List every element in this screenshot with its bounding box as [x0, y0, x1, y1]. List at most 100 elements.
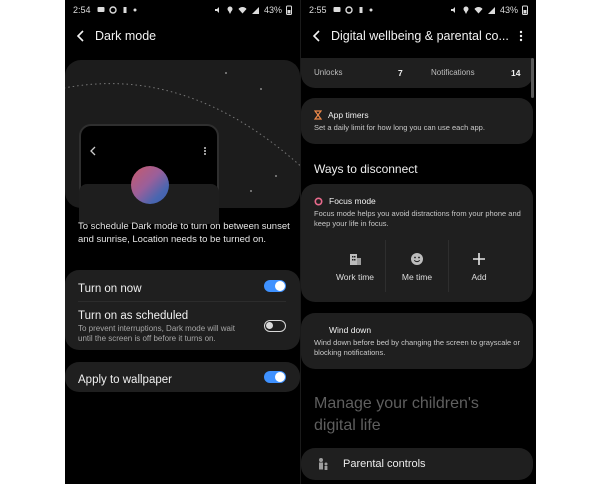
hourglass-icon	[314, 110, 322, 120]
focus-mode-title: Focus mode	[329, 196, 376, 206]
digital-wellbeing-screen: 2:55 43% Digital wellbeing & parental co…	[300, 0, 536, 484]
setting-sublabel: To prevent interruptions, Dark mode will…	[78, 324, 235, 343]
ways-to-disconnect-header: Ways to disconnect	[314, 162, 418, 176]
divider	[385, 240, 386, 292]
back-arrow-icon	[312, 30, 320, 42]
me-time-label: Me time	[401, 272, 433, 282]
notification-icons	[333, 6, 373, 14]
focus-mode-subtitle: Focus mode helps you avoid distractions …	[314, 209, 521, 228]
work-time-label: Work time	[335, 272, 375, 282]
moon-icon	[233, 86, 268, 122]
me-time-button[interactable]: Me time	[387, 250, 447, 282]
more-vertical-icon	[204, 147, 206, 155]
wind-down-card[interactable]: Wind down Wind down before bed by changi…	[301, 313, 533, 369]
apply-to-wallpaper-row[interactable]: Apply to wallpaper	[78, 370, 286, 386]
location-icon	[463, 6, 469, 14]
back-button[interactable]	[71, 26, 91, 46]
star-icon	[225, 72, 227, 74]
battery-icon	[286, 5, 292, 15]
app-timers-title-row: App timers	[314, 110, 524, 120]
wind-down-content: Wind down Wind down before bed by changi…	[314, 325, 526, 357]
location-icon	[227, 6, 233, 14]
settings-icon	[108, 6, 117, 14]
divider	[78, 301, 286, 302]
turn-on-now-toggle[interactable]	[264, 280, 286, 292]
system-icons: 43%	[450, 5, 528, 15]
unlocks-label: Unlocks	[314, 68, 343, 77]
wallpaper-card: Apply to wallpaper	[65, 362, 300, 392]
back-arrow-icon	[76, 30, 84, 42]
back-arrow-icon	[90, 146, 96, 156]
mute-icon	[450, 7, 455, 13]
notifications-value: 14	[511, 68, 521, 78]
plus-icon	[449, 250, 509, 268]
status-bar: 2:55 43%	[301, 0, 536, 20]
page-title: Digital wellbeing & parental co...	[331, 29, 509, 43]
app-bar: Digital wellbeing & parental co...	[301, 26, 536, 46]
parental-controls-row[interactable]: Parental controls	[301, 448, 533, 480]
preview-orb	[131, 166, 169, 204]
setting-label: Apply to wallpaper	[78, 374, 172, 386]
building-icon	[325, 250, 385, 268]
setting-label: Turn on now	[78, 283, 142, 295]
page-title: Dark mode	[95, 29, 157, 43]
mute-icon	[214, 7, 219, 13]
app-timers-card[interactable]: App timers Set a daily limit for how lon…	[301, 98, 533, 144]
turn-on-as-scheduled-row[interactable]: Turn on as scheduled To prevent interrup…	[78, 310, 286, 344]
system-icons: 43%	[214, 5, 292, 15]
app-timers-title: App timers	[328, 110, 369, 120]
app-timers-subtitle: Set a daily limit for how long you can u…	[314, 123, 485, 132]
status-bar: 2:54 43%	[65, 0, 300, 20]
back-button[interactable]	[307, 26, 327, 46]
focus-mode-card: Focus mode Focus mode helps you avoid di…	[301, 184, 533, 302]
star-icon	[275, 175, 277, 177]
wifi-icon	[474, 6, 483, 14]
unlocks-value: 7	[398, 68, 403, 78]
focus-mode-icon	[314, 196, 323, 206]
status-time: 2:54	[73, 5, 91, 15]
setting-label: Turn on as scheduled	[78, 310, 189, 322]
notifications-label: Notifications	[431, 68, 475, 77]
focus-mode-header[interactable]: Focus mode Focus mode helps you avoid di…	[314, 196, 526, 228]
battery-percent: 43%	[263, 5, 282, 15]
signal-icon	[251, 7, 259, 14]
alert-icon	[359, 7, 363, 13]
add-label: Add	[471, 272, 487, 282]
wind-down-title-row: Wind down	[314, 325, 526, 335]
star-icon	[250, 190, 252, 192]
app-bar: Dark mode	[65, 26, 300, 46]
focus-mode-title-row: Focus mode	[314, 196, 526, 206]
app-timers-content: App timers Set a daily limit for how lon…	[314, 110, 524, 133]
message-icon	[97, 7, 105, 12]
apply-to-wallpaper-toggle[interactable]	[264, 371, 286, 383]
children-heading: Manage your children's digital life	[314, 395, 479, 434]
wind-down-subtitle: Wind down before bed by changing the scr…	[314, 338, 520, 357]
smiley-icon	[387, 250, 447, 268]
location-description: To schedule Dark mode to turn on between…	[78, 221, 290, 245]
dot-icon	[133, 8, 137, 12]
alert-icon	[123, 7, 127, 13]
notification-icons	[97, 6, 137, 14]
work-time-button[interactable]: Work time	[325, 250, 385, 282]
turn-on-now-row[interactable]: Turn on now	[78, 279, 286, 295]
crescent-moon-icon	[315, 326, 323, 334]
usage-stats-card[interactable]: Unlocks 7 Notifications 14	[301, 58, 533, 88]
message-icon	[333, 7, 341, 12]
turn-on-as-scheduled-toggle[interactable]	[264, 320, 286, 332]
settings-icon	[344, 6, 353, 14]
parental-controls-label: Parental controls	[343, 458, 426, 470]
wind-down-title: Wind down	[329, 325, 372, 335]
add-focus-mode-button[interactable]: Add	[449, 250, 509, 282]
status-time: 2:55	[309, 5, 327, 15]
battery-icon	[522, 5, 528, 15]
signal-icon	[487, 7, 495, 14]
scrollbar[interactable]	[531, 58, 534, 98]
schedule-settings-card: Turn on now Turn on as scheduled To prev…	[65, 270, 300, 350]
battery-percent: 43%	[499, 5, 518, 15]
wifi-icon	[238, 6, 247, 14]
more-vertical-icon	[519, 30, 523, 42]
parental-controls-icon	[319, 458, 328, 470]
more-options-button[interactable]	[514, 28, 528, 44]
dark-mode-screen: 2:54 43% Dark mode To schedule Dark mode…	[65, 0, 300, 484]
dot-icon	[369, 8, 373, 12]
